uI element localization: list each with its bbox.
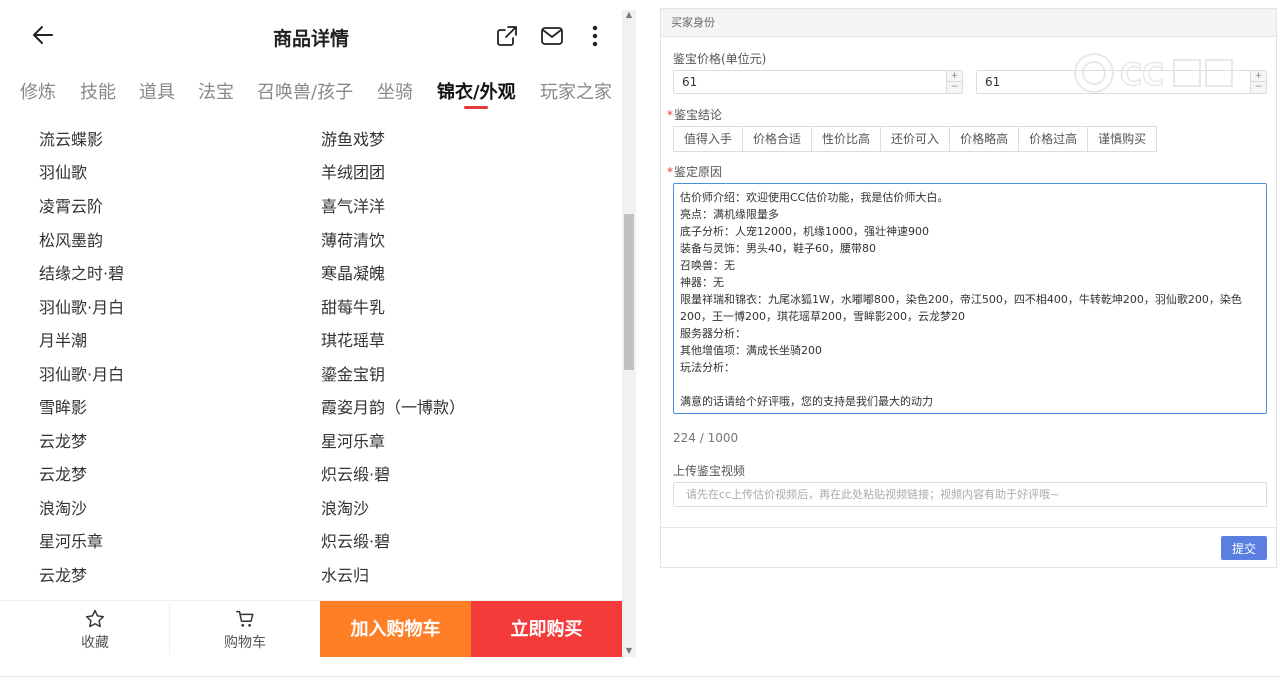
price-min-input[interactable]: 61 + − <box>673 70 963 94</box>
list-item: 羽仙歌·月白 <box>39 365 125 384</box>
reason-textarea[interactable]: 估价师介绍：欢迎使用CC估价功能，我是估价师大白。 亮点：满机缘限量多 底子分析… <box>673 183 1267 414</box>
list-item: 甜莓牛乳 <box>321 298 386 317</box>
cart-button[interactable]: 购物车 <box>170 601 320 657</box>
conclusion-option[interactable]: 还价可入 <box>880 126 951 152</box>
list-item: 羽仙歌 <box>39 163 88 182</box>
list-item: 月半潮 <box>39 331 88 350</box>
decrement-icon[interactable]: − <box>1251 82 1266 93</box>
add-to-cart-button[interactable]: 加入购物车 <box>320 601 471 657</box>
price-min-stepper[interactable]: + − <box>946 71 962 93</box>
form-section-title: 买家身份 <box>661 9 1276 37</box>
tab-outfits[interactable]: 锦衣/外观 <box>437 78 516 104</box>
list-item: 寒晶凝魄 <box>321 264 386 283</box>
list-item: 羽仙歌·月白 <box>39 298 125 317</box>
scrollbar-thumb[interactable] <box>624 214 634 370</box>
watermark-logo: CC <box>1074 53 1233 94</box>
list-item: 鎏金宝钥 <box>321 365 386 384</box>
conclusion-option[interactable]: 价格过高 <box>1018 126 1089 152</box>
page-title: 商品详情 <box>272 28 349 50</box>
list-item: 琪花瑶草 <box>321 331 386 350</box>
increment-icon[interactable]: + <box>947 71 962 82</box>
bottom-action-bar: 收藏 购物车 加入购物车 立即购买 <box>0 600 622 657</box>
mail-icon[interactable] <box>540 24 564 48</box>
list-item: 游鱼戏梦 <box>321 130 386 149</box>
conclusion-label: *鉴宝结论 <box>667 106 722 123</box>
list-item: 炽云缎·碧 <box>321 465 391 484</box>
video-link-input[interactable]: 请先在cc上传估价视频后，再在此处粘贴视频链接；视频内容有助于好评哦~ <box>673 482 1267 507</box>
star-icon <box>85 609 105 628</box>
required-mark: * <box>667 165 673 179</box>
svg-text:CC: CC <box>1120 58 1164 93</box>
scroll-down-arrow-icon[interactable]: ▼ <box>624 646 634 656</box>
outfit-list: 流云蝶影 羽仙歌 凌霄云阶 松风墨韵 结缘之时·碧 羽仙歌·月白 月半潮 羽仙歌… <box>0 122 622 600</box>
list-item: 云龙梦 <box>39 432 88 451</box>
conclusion-options: 值得入手 价格合适 性价比高 还价可入 价格略高 价格过高 谨慎购买 <box>673 126 1158 152</box>
list-item: 流云蝶影 <box>39 130 104 149</box>
tab-player-home[interactable]: 玩家之家 <box>540 78 612 104</box>
list-item: 星河乐章 <box>39 532 104 551</box>
cart-label: 购物车 <box>224 635 266 651</box>
price-max-stepper[interactable]: + − <box>1250 71 1266 93</box>
list-item: 凌霄云阶 <box>39 197 104 216</box>
price-label: 鉴宝价格(单位元) <box>673 52 767 66</box>
more-vertical-icon[interactable] <box>583 24 607 48</box>
reason-label-text: 鉴定原因 <box>674 165 723 179</box>
reason-label: *鉴定原因 <box>667 163 722 180</box>
decrement-icon[interactable]: − <box>947 82 962 93</box>
scroll-up-arrow-icon[interactable]: ▲ <box>624 10 634 20</box>
increment-icon[interactable]: + <box>1251 71 1266 82</box>
price-min-value: 61 <box>682 75 698 89</box>
list-item: 薄荷清饮 <box>321 231 386 250</box>
conclusion-option[interactable]: 值得入手 <box>673 126 744 152</box>
list-item: 结缘之时·碧 <box>39 264 125 283</box>
list-item: 雪眸影 <box>39 398 88 417</box>
submit-button[interactable]: 提交 <box>1221 536 1267 560</box>
video-label: 上传鉴宝视频 <box>673 464 746 478</box>
list-scrollbar[interactable]: ▲ ▼ <box>622 10 636 657</box>
product-detail-panel: 商品详情 修炼 技能 道具 法宝 召唤兽/孩子 坐骑 锦衣/外观 玩家之家 流云… <box>0 0 622 657</box>
price-max-value: 61 <box>985 75 1001 89</box>
list-item: 松风墨韵 <box>39 231 104 250</box>
list-item: 羊绒团团 <box>321 163 386 182</box>
divider <box>661 527 1276 528</box>
share-icon[interactable] <box>495 24 519 48</box>
list-item: 云龙梦 <box>39 465 88 484</box>
top-bar: 商品详情 <box>0 0 622 72</box>
category-tabs: 修炼 技能 道具 法宝 召唤兽/孩子 坐骑 锦衣/外观 玩家之家 <box>0 72 622 116</box>
tab-treasures[interactable]: 法宝 <box>198 78 234 104</box>
conclusion-label-text: 鉴宝结论 <box>674 108 723 122</box>
screen: 商品详情 修炼 技能 道具 法宝 召唤兽/孩子 坐骑 锦衣/外观 玩家之家 流云… <box>0 0 1280 682</box>
conclusion-option[interactable]: 价格略高 <box>949 126 1020 152</box>
list-item: 浪淘沙 <box>321 499 370 518</box>
list-item: 星河乐章 <box>321 432 386 451</box>
tab-summons[interactable]: 召唤兽/孩子 <box>257 78 353 104</box>
list-item: 水云归 <box>321 566 370 585</box>
cart-icon <box>236 610 254 627</box>
list-item: 浪淘沙 <box>39 499 88 518</box>
tab-skills[interactable]: 技能 <box>80 78 116 104</box>
tab-items[interactable]: 道具 <box>139 78 175 104</box>
tab-mounts[interactable]: 坐骑 <box>377 78 413 104</box>
active-tab-indicator <box>464 106 488 109</box>
list-item: 炽云缎·碧 <box>321 532 391 551</box>
char-counter: 224 / 1000 <box>673 431 739 445</box>
buy-now-button[interactable]: 立即购买 <box>471 601 622 657</box>
conclusion-option[interactable]: 性价比高 <box>811 126 882 152</box>
conclusion-option[interactable]: 价格合适 <box>742 126 813 152</box>
favorite-label: 收藏 <box>81 635 109 651</box>
conclusion-option[interactable]: 谨慎购买 <box>1087 126 1158 152</box>
required-mark: * <box>667 108 673 122</box>
list-item: 云龙梦 <box>39 566 88 585</box>
favorite-button[interactable]: 收藏 <box>20 601 170 657</box>
list-item: 喜气洋洋 <box>321 197 386 216</box>
list-item: 霞姿月韵（一博款） <box>321 398 466 417</box>
tab-cultivation[interactable]: 修炼 <box>20 78 56 104</box>
divider <box>0 676 1280 677</box>
